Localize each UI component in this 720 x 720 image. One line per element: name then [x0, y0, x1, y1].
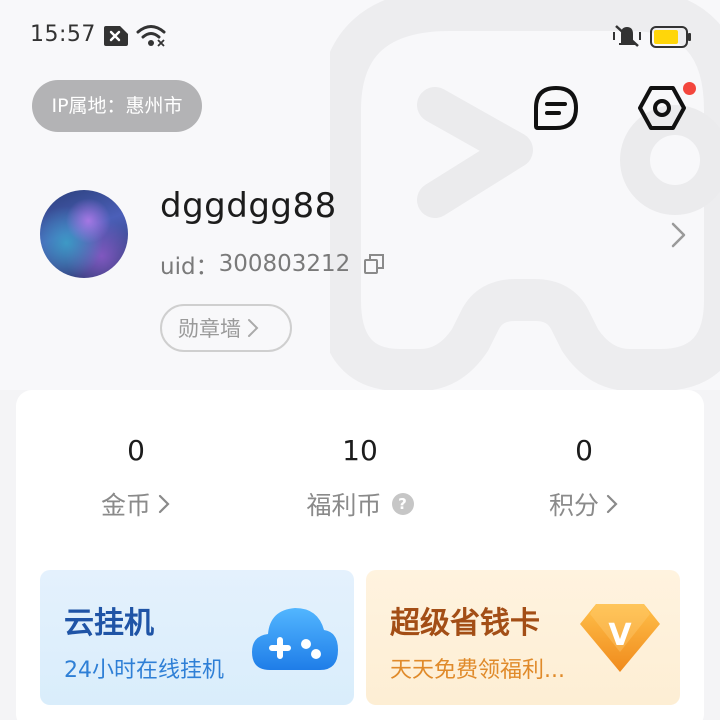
profile-chevron-right-icon[interactable] — [668, 220, 690, 250]
promo-title: 云挂机 — [64, 606, 154, 641]
stat-label-row: 金币 — [16, 486, 256, 522]
super-saver-card[interactable]: 超级省钱卡 天天免费领福利... V — [366, 570, 680, 705]
promo-title: 超级省钱卡 — [390, 606, 540, 641]
promo-subtitle: 天天免费领福利... — [390, 658, 565, 683]
stat-welfare-coins[interactable]: 10 福利币 ? — [240, 432, 480, 522]
message-icon[interactable] — [528, 80, 584, 136]
stat-coins[interactable]: 0 金币 — [16, 432, 256, 522]
stat-points[interactable]: 0 积分 — [464, 432, 704, 522]
ip-location-chip: IP属地：惠州市 — [32, 80, 202, 132]
stat-value: 0 — [575, 434, 593, 467]
sim-off-icon — [104, 26, 128, 46]
uid-value: 300803212 — [218, 251, 351, 277]
stat-label-row: 福利币 ? — [240, 486, 480, 522]
stat-value: 10 — [342, 434, 378, 467]
badge-wall-button[interactable]: 勋章墙 — [160, 304, 292, 352]
vip-diamond-icon: V — [580, 604, 660, 672]
username[interactable]: dggdgg88 — [160, 186, 337, 226]
help-icon[interactable]: ? — [391, 493, 414, 515]
uid-row: uid： 300803212 — [160, 248, 385, 280]
stat-value: 0 — [127, 434, 145, 467]
promo-subtitle: 24小时在线挂机 — [64, 658, 224, 683]
battery-icon — [650, 26, 691, 48]
stat-label: 积分 — [548, 491, 599, 520]
cloud-gamepad-icon — [252, 608, 338, 670]
vip-letter: V — [608, 618, 632, 653]
stat-label: 福利币 — [306, 491, 382, 520]
stat-label: 金币 — [100, 491, 151, 520]
uid-label: uid： — [160, 254, 219, 280]
avatar[interactable] — [40, 190, 128, 278]
badge-wall-label: 勋章墙 — [178, 317, 241, 341]
notification-dot — [683, 82, 696, 95]
chevron-right-icon — [158, 494, 170, 514]
copy-icon[interactable] — [364, 254, 385, 274]
status-bar: 15:57 — [0, 0, 720, 72]
status-time: 15:57 — [30, 22, 96, 47]
cloud-hosting-card[interactable]: 云挂机 24小时在线挂机 — [40, 570, 354, 705]
settings-hex-icon[interactable] — [634, 80, 690, 136]
stat-label-row: 积分 — [464, 486, 704, 522]
chevron-right-icon — [606, 494, 618, 514]
chevron-right-icon — [248, 319, 259, 337]
wifi-icon — [136, 25, 166, 47]
mute-vibrate-icon — [613, 25, 641, 47]
